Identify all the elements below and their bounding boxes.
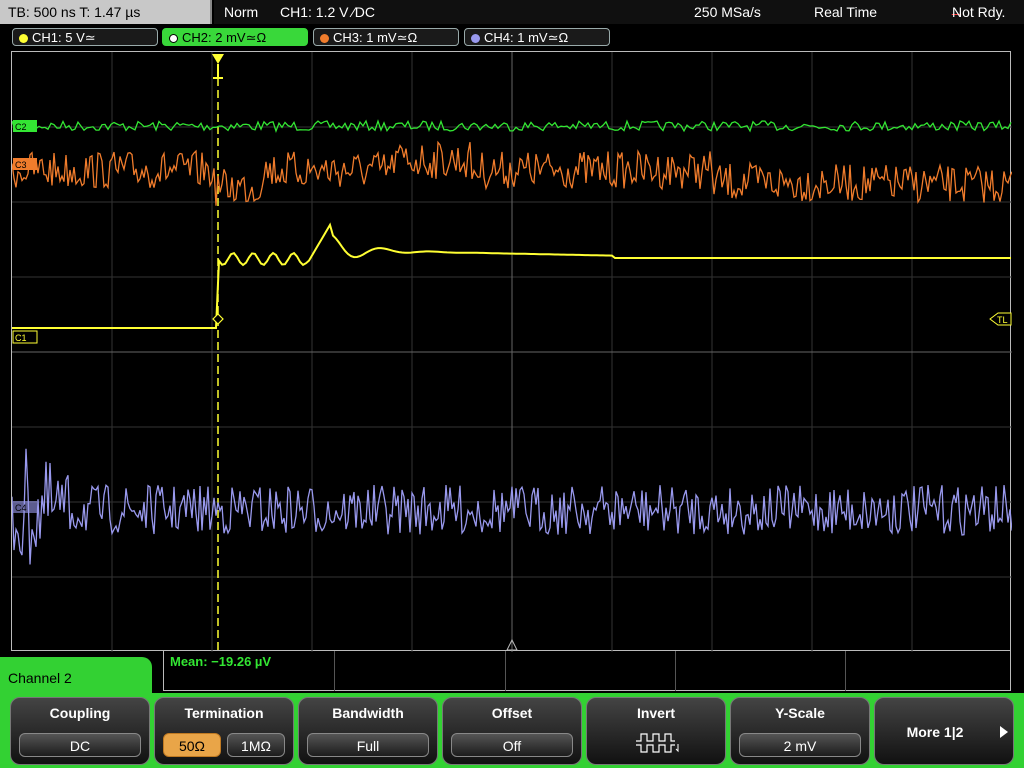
waveform-canvas: C2 C3 C1 C4 TL	[12, 52, 1012, 652]
ch1-marker[interactable]: C1	[12, 330, 38, 344]
next-page-icon	[1000, 726, 1008, 738]
ch4-color-icon	[471, 34, 480, 43]
acquisition-mode: Real Time	[814, 4, 878, 20]
divider	[845, 651, 846, 691]
termination-50ohm-option[interactable]: 50Ω	[163, 733, 221, 757]
ch1-marker-label: C1	[15, 333, 27, 343]
termination-softkey[interactable]: Termination 50Ω 1MΩ	[154, 697, 294, 765]
tab-ch2-label: CH2: 2 mV≃Ω	[182, 30, 267, 45]
invert-waveform-icon	[636, 733, 679, 753]
more-softkey[interactable]: More 1|2	[874, 697, 1014, 765]
ch4-marker[interactable]: C4	[13, 501, 37, 513]
ready-state: Not Rdy.	[952, 4, 1006, 20]
termination-label: Termination	[184, 705, 264, 721]
ch3-color-icon	[320, 34, 329, 43]
tab-ch4[interactable]: CH4: 1 mV≃Ω	[464, 28, 610, 46]
channel-menu-title-label: Channel 2	[8, 670, 72, 686]
offset-value[interactable]: Off	[451, 733, 573, 757]
yscale-value[interactable]: 2 mV	[739, 733, 861, 757]
coupling-value[interactable]: DC	[19, 733, 141, 757]
sample-rate: 250 MSa/s	[694, 4, 761, 20]
tab-ch2[interactable]: CH2: 2 mV≃Ω	[162, 28, 308, 46]
divider	[675, 651, 676, 691]
trigger-level-marker[interactable]: TL	[989, 312, 1012, 326]
trigger-info[interactable]: CH1: 1.2 V ∕DC	[280, 0, 375, 24]
waveform-display[interactable]: C2 C3 C1 C4 TL	[11, 51, 1012, 652]
ch3-marker[interactable]: C3	[13, 158, 37, 170]
invert-label: Invert	[636, 705, 676, 721]
yscale-softkey[interactable]: Y-Scale 2 mV	[730, 697, 870, 765]
termination-1mohm-option[interactable]: 1MΩ	[227, 733, 285, 757]
bandwidth-softkey[interactable]: Bandwidth Full	[298, 697, 438, 765]
tab-ch1-label: CH1: 5 V≃	[32, 30, 96, 45]
tab-ch4-label: CH4: 1 mV≃Ω	[484, 30, 569, 45]
ch2-marker[interactable]: C2	[13, 120, 37, 132]
bandwidth-value[interactable]: Full	[307, 733, 429, 757]
divider	[334, 651, 335, 691]
channel-menu-title: Channel 2	[0, 657, 152, 701]
coupling-label: Coupling	[49, 705, 111, 721]
trigger-level-label: TL	[997, 315, 1008, 325]
ch4-marker-label: C4	[15, 503, 27, 513]
trigger-mode[interactable]: Norm	[224, 0, 258, 24]
offset-label: Offset	[491, 705, 533, 721]
divider	[505, 651, 506, 691]
trigger-position-icon[interactable]	[212, 54, 224, 79]
tab-ch3-label: CH3: 1 mV≃Ω	[333, 30, 418, 45]
ch3-marker-label: C3	[15, 160, 27, 170]
trigger-point-icon	[212, 313, 224, 325]
more-label: More 1|2	[906, 724, 964, 740]
bandwidth-label: Bandwidth	[332, 705, 404, 721]
coupling-softkey[interactable]: Coupling DC	[10, 697, 150, 765]
measurement-bar: Mean: −19.26 µV	[163, 651, 1011, 691]
tab-ch1[interactable]: CH1: 5 V≃	[12, 28, 158, 46]
timebase-readout[interactable]: TB: 500 ns T: 1.47 µs	[0, 0, 212, 24]
invert-softkey[interactable]: Invert	[586, 697, 726, 765]
status-bar: Norm CH1: 1.2 V ∕DC 250 MSa/s Real Time …	[214, 0, 1024, 24]
ch2-color-icon	[169, 34, 178, 43]
ch2-marker-label: C2	[15, 122, 27, 132]
ch1-color-icon	[19, 34, 28, 43]
graticule	[12, 52, 1012, 652]
mean-measurement[interactable]: Mean: −19.26 µV	[170, 654, 271, 669]
yscale-label: Y-Scale	[775, 705, 825, 721]
offset-softkey[interactable]: Offset Off	[442, 697, 582, 765]
tab-ch3[interactable]: CH3: 1 mV≃Ω	[313, 28, 459, 46]
